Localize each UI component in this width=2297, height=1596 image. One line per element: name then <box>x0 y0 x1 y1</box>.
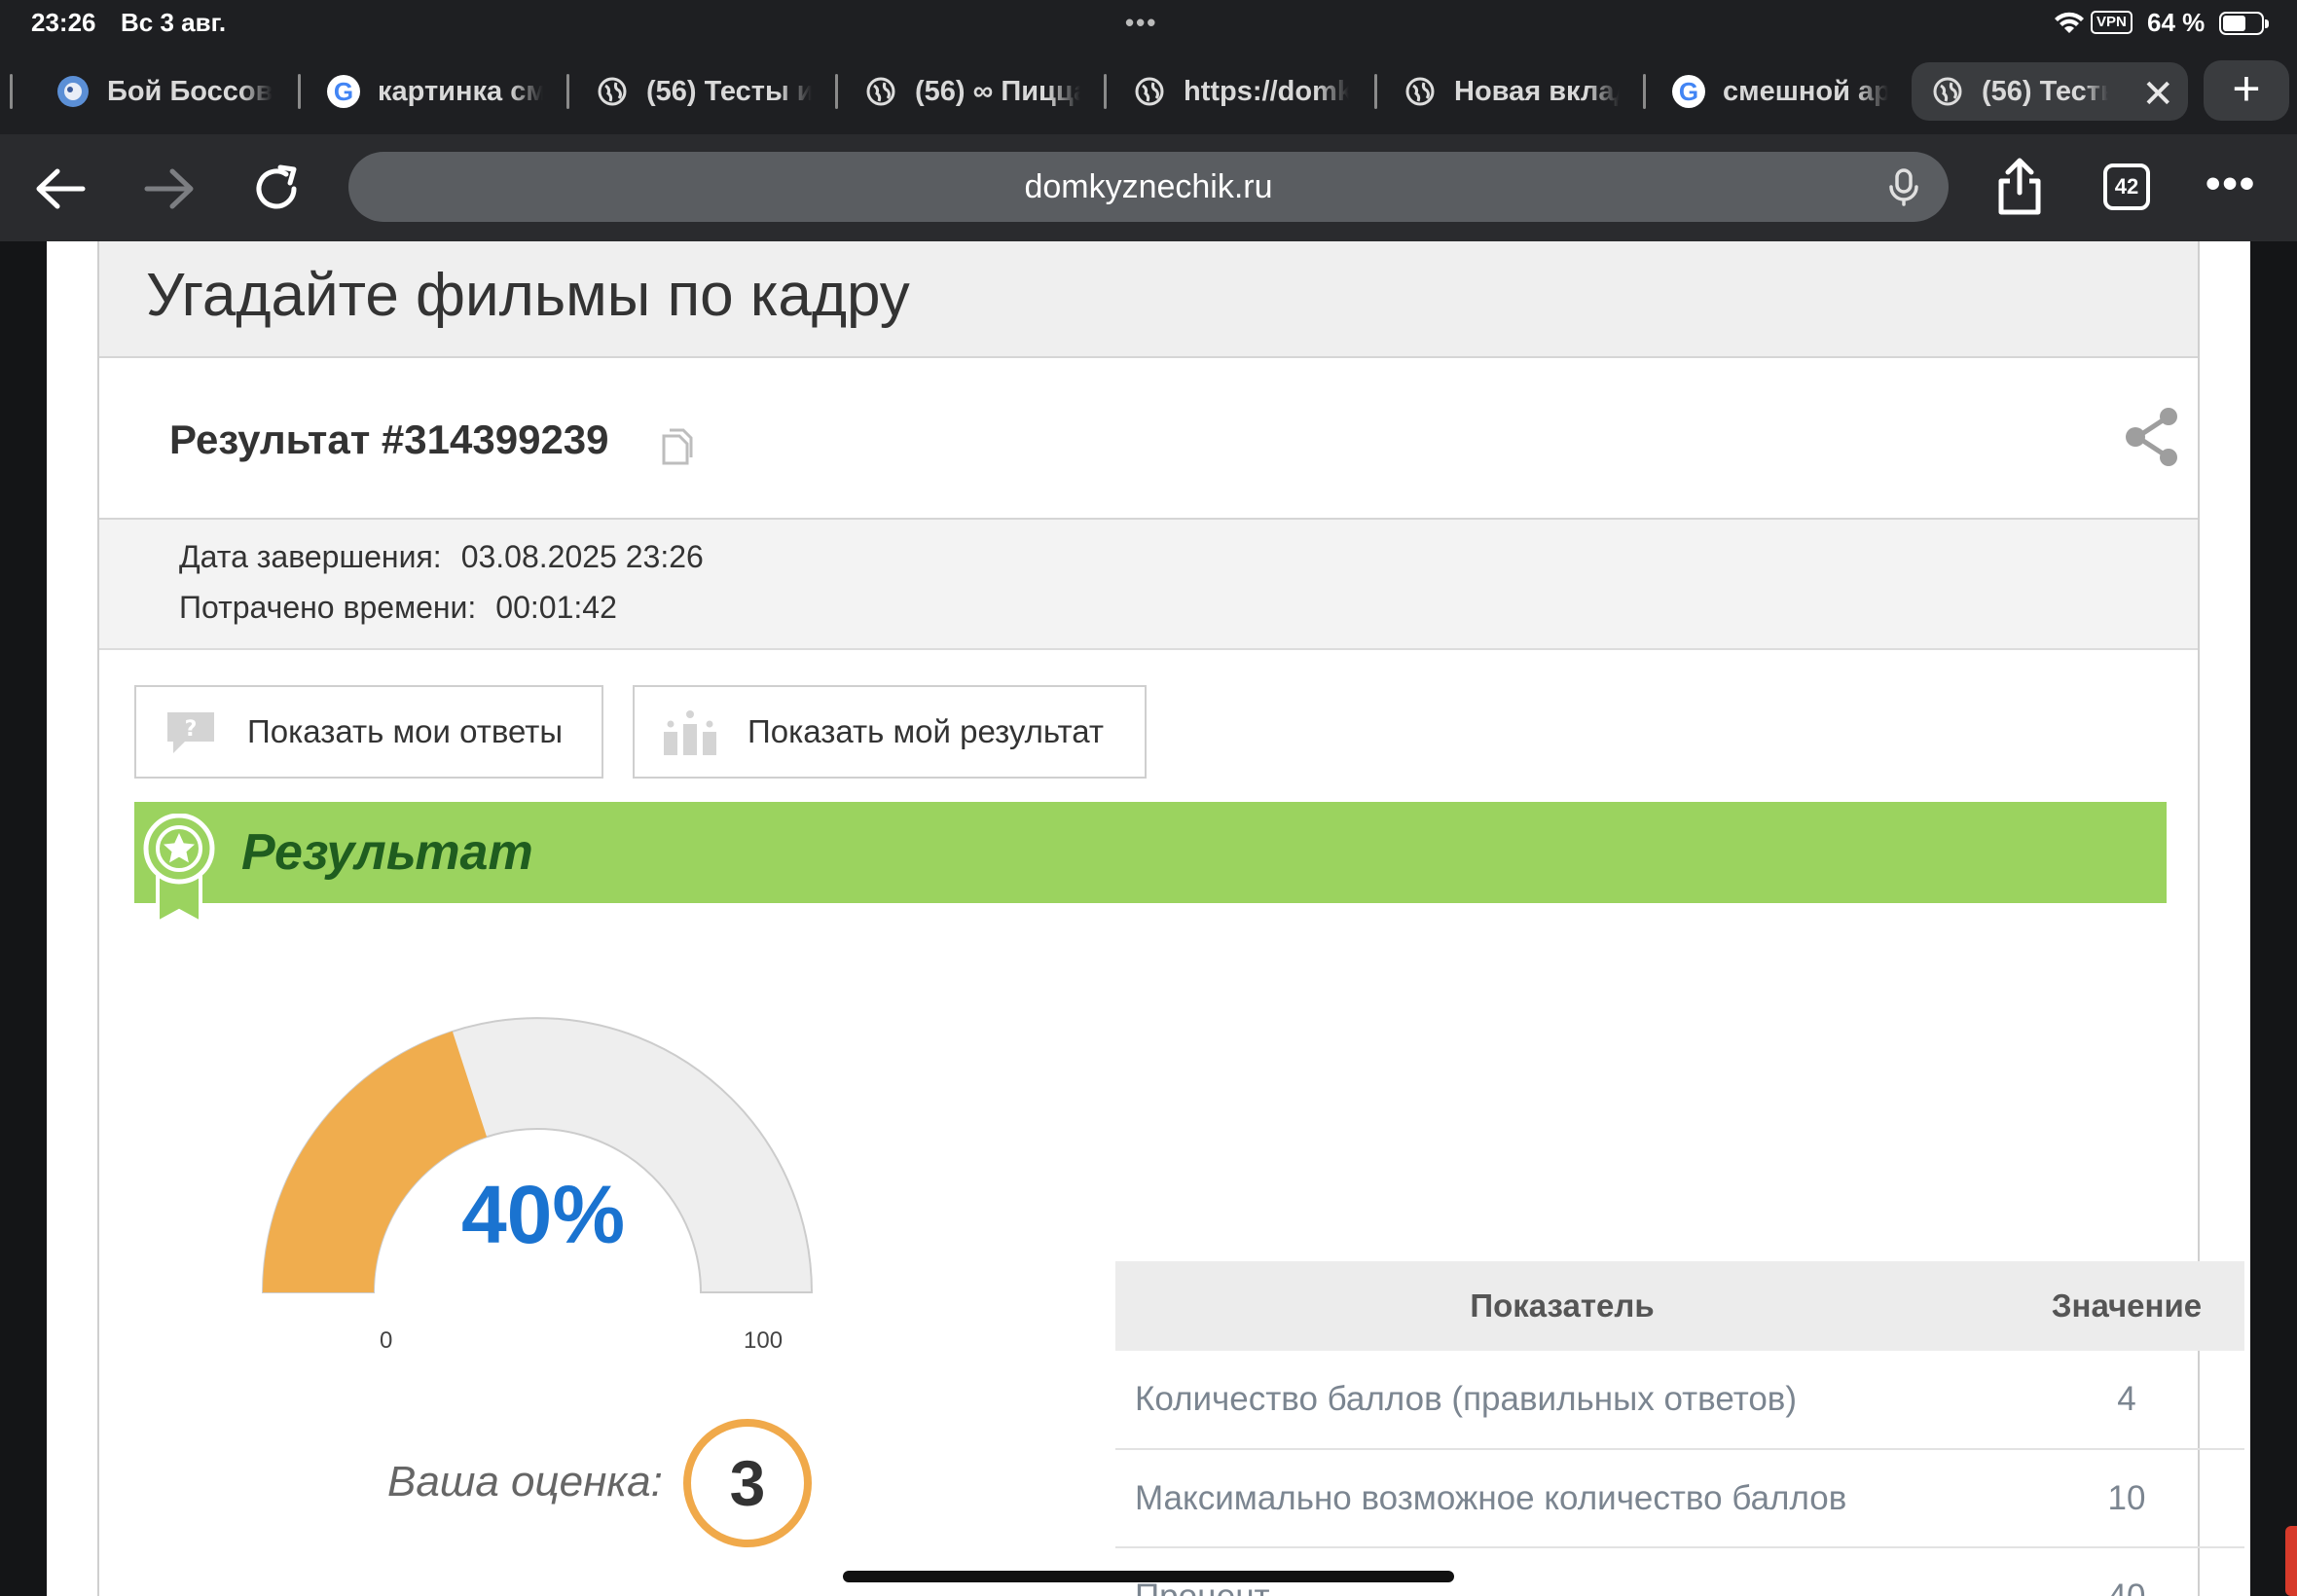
row-value: 10 <box>2009 1449 2244 1548</box>
time-spent-label: Потрачено времени: <box>179 590 477 625</box>
table-row: Количество баллов (правильных ответов) 4 <box>1115 1351 2244 1450</box>
page-title: Угадайте фильмы по кадру <box>146 262 910 329</box>
row-value: 40 <box>2009 1547 2244 1596</box>
show-answers-button[interactable]: ? Показать мои ответы <box>134 685 603 779</box>
tab-count-button[interactable]: 42 <box>2103 163 2150 210</box>
vpn-badge: VPN <box>2091 11 2133 34</box>
tab-google-picture[interactable]: G картинка смешная <box>327 62 543 121</box>
google-icon: G <box>327 75 360 108</box>
home-indicator[interactable] <box>843 1571 1454 1582</box>
column-header-value: Значение <box>2009 1261 2244 1351</box>
tab-label: картинка смешная <box>378 75 543 107</box>
show-result-label: Показать мой результат <box>747 713 1104 749</box>
boss-game-icon <box>56 75 90 108</box>
globe-icon <box>596 75 629 108</box>
result-header: Результат #314399239 <box>99 358 2198 520</box>
finished-value: 03.08.2025 23:26 <box>460 539 704 574</box>
wifi-icon <box>2055 12 2084 33</box>
copy-icon[interactable] <box>660 428 693 467</box>
test-result-card: Угадайте фильмы по кадру Результат #3143… <box>97 241 2244 1596</box>
tab-label: смешной арт <box>1723 75 1888 107</box>
show-answers-label: Показать мои ответы <box>247 713 564 749</box>
finished-date-row: Дата завершения: 03.08.2025 23:26 <box>179 539 704 575</box>
result-banner: Результат <box>134 802 2167 903</box>
browser-toolbar: domkyznechik.ru 42 ••• <box>0 134 2297 241</box>
tab-active-tests[interactable]: (56) Тесты ✕ <box>1912 62 2188 121</box>
back-button[interactable] <box>29 158 91 220</box>
tab-tests[interactable]: (56) Тесты и <box>596 62 812 121</box>
question-bubble-icon: ? <box>167 712 214 753</box>
show-result-button[interactable]: Показать мой результат <box>633 685 1147 779</box>
result-number: Результат #314399239 <box>169 417 609 462</box>
globe-icon <box>1133 75 1166 108</box>
row-value: 4 <box>2009 1351 2244 1450</box>
tab-label: (56) ∞ Пицца <box>915 75 1080 107</box>
new-tab-button[interactable]: + <box>2204 60 2289 121</box>
tab-strip: Бой Боссов. G картинка смешная (56) Тест… <box>0 47 2297 134</box>
podium-icon <box>664 710 716 755</box>
tab-funny-art[interactable]: G смешной арт <box>1672 62 1888 121</box>
tab-label: (56) Тесты <box>1982 75 2108 107</box>
google-icon: G <box>1672 75 1705 108</box>
grade-label: Ваша оценка: <box>387 1458 663 1505</box>
globe-icon <box>1931 75 1964 108</box>
result-banner-label: Результат <box>241 824 533 881</box>
forward-button[interactable] <box>138 158 201 220</box>
tab-label: (56) Тесты и <box>646 75 812 107</box>
grade-badge: 3 <box>683 1419 812 1547</box>
status-time: 23:26 <box>31 8 96 37</box>
stats-table: Показатель Значение Количество баллов (п… <box>1115 1261 2244 1596</box>
status-date: Вс 3 авг. <box>121 8 227 37</box>
share-page-icon[interactable] <box>1995 158 2044 216</box>
more-menu-icon[interactable]: ••• <box>2206 160 2256 208</box>
edge-handle <box>2285 1526 2297 1596</box>
multitask-dots-icon[interactable]: ••• <box>1125 8 1157 38</box>
column-header-indicator: Показатель <box>1115 1261 2009 1351</box>
back-arrow-icon <box>36 168 86 209</box>
tab-boss-fight[interactable]: Бой Боссов. <box>56 62 273 121</box>
gauge-max: 100 <box>744 1327 784 1354</box>
tab-label: Новая вкладка <box>1454 75 1620 107</box>
gauge-min: 0 <box>380 1327 393 1354</box>
tab-pizza[interactable]: (56) ∞ Пицца <box>864 62 1080 121</box>
globe-icon <box>1404 75 1437 108</box>
reload-button[interactable] <box>245 158 308 220</box>
finished-label: Дата завершения: <box>179 539 442 574</box>
table-header-row: Показатель Значение <box>1115 1261 2244 1351</box>
web-page: Угадайте фильмы по кадру Результат #3143… <box>47 241 2250 1596</box>
address-bar[interactable]: domkyznechik.ru <box>348 152 1949 222</box>
microphone-icon[interactable] <box>1884 167 1923 206</box>
status-bar: 23:26 Вс 3 авг. ••• VPN 64 % <box>0 0 2297 47</box>
gauge-percent: 40% <box>460 1169 626 1260</box>
row-name: Количество баллов (правильных ответов) <box>1115 1351 2009 1450</box>
table-row: Максимально возможное количество баллов … <box>1115 1449 2244 1548</box>
test-title-bar: Угадайте фильмы по кадру <box>99 241 2198 358</box>
tab-new-tab[interactable]: Новая вкладка <box>1404 62 1620 121</box>
close-tab-icon[interactable]: ✕ <box>2141 72 2174 117</box>
share-icon[interactable] <box>2122 405 2182 469</box>
battery-icon <box>2219 12 2269 35</box>
svg-text:?: ? <box>185 717 198 742</box>
tab-label: Бой Боссов. <box>107 75 273 107</box>
time-spent-row: Потрачено времени: 00:01:42 <box>179 590 617 626</box>
award-ribbon-icon <box>143 814 215 926</box>
reload-icon <box>256 164 297 209</box>
tab-domky-url[interactable]: https://domky <box>1133 62 1349 121</box>
url-text: domkyznechik.ru <box>1024 168 1273 205</box>
time-spent-value: 00:01:42 <box>495 590 617 625</box>
row-name: Максимально возможное количество баллов <box>1115 1449 2009 1548</box>
result-meta: Дата завершения: 03.08.2025 23:26 Потраче… <box>99 520 2198 650</box>
battery-percent: 64 % <box>2147 8 2206 37</box>
forward-arrow-icon <box>144 168 194 209</box>
globe-icon <box>864 75 897 108</box>
tab-label: https://domky <box>1184 75 1349 107</box>
